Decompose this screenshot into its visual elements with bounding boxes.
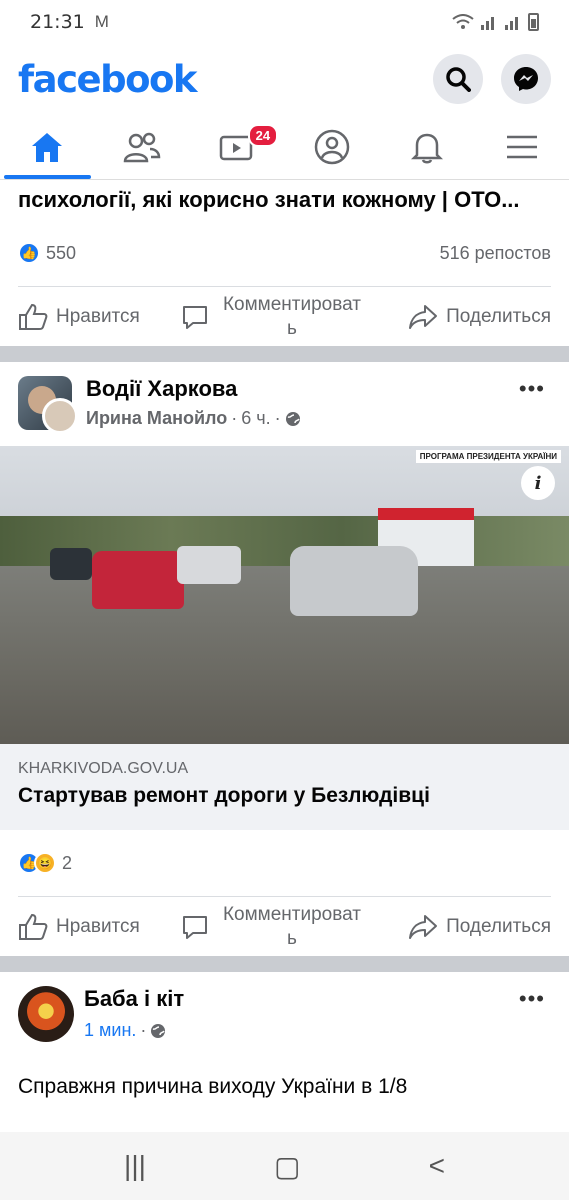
tab-friends[interactable] — [95, 114, 190, 179]
recent-apps-icon[interactable]: ||| — [124, 1150, 146, 1182]
more-options-icon[interactable]: ••• — [519, 986, 545, 1012]
bell-icon — [410, 133, 443, 163]
main-nav: 24 — [0, 114, 569, 180]
share-icon — [409, 304, 438, 329]
link-title: Стартував ремонт дороги у Безлюдівці — [18, 784, 430, 807]
thumbs-up-icon — [19, 303, 48, 330]
battery-icon — [528, 13, 539, 31]
news-feed: психології, які корисно знати кожному | … — [0, 180, 569, 1112]
post-header: Водії Харкова Ирина Манойло · 6 ч. · ••• — [0, 362, 569, 446]
reaction-bar[interactable]: 👍 550 516 репостов — [0, 220, 569, 286]
share-button[interactable]: Поделиться — [408, 914, 551, 940]
author-avatar — [42, 398, 78, 434]
search-icon — [446, 67, 471, 92]
home-icon — [32, 132, 63, 162]
post-actions: Нравится Комментироват ь Поделиться — [18, 896, 551, 956]
thumbs-up-icon — [19, 913, 48, 940]
page-name[interactable]: Водії Харкова — [86, 376, 301, 402]
page-name[interactable]: Баба і кіт — [84, 986, 184, 1012]
reaction-bar[interactable]: 👍 😆 2 — [0, 830, 569, 896]
post-separator — [0, 346, 569, 362]
facebook-logo[interactable]: facebook — [18, 58, 198, 101]
home-button-icon[interactable]: ▢ — [274, 1150, 300, 1183]
app-header: facebook — [0, 44, 569, 114]
comment-button[interactable]: Комментироват ь — [181, 293, 367, 341]
signal-icon — [481, 17, 494, 30]
globe-icon — [151, 1023, 166, 1038]
haha-reaction-icon: 😆 — [34, 852, 56, 874]
like-button[interactable]: Нравится — [18, 913, 140, 941]
gmail-icon: M — [94, 12, 109, 31]
share-label: Поделиться — [446, 305, 551, 327]
globe-icon — [285, 411, 300, 426]
like-label: Нравится — [56, 915, 140, 937]
comment-label: Комментироват — [222, 903, 361, 925]
comment-label-cont: ь — [287, 927, 297, 949]
group-avatar[interactable] — [18, 376, 78, 434]
friends-icon — [123, 132, 161, 162]
messenger-icon — [514, 67, 538, 91]
like-button[interactable]: Нравится — [18, 303, 140, 331]
hamburger-icon — [506, 135, 537, 158]
system-nav-bar: ||| ▢ < — [0, 1132, 569, 1200]
comment-label-cont: ь — [287, 317, 297, 339]
profile-icon — [314, 129, 350, 164]
watch-badge: 24 — [247, 124, 279, 147]
link-domain: KHARKIVODA.GOV.UA — [18, 760, 189, 777]
author-name[interactable]: Ирина Манойло — [86, 408, 227, 429]
post-time[interactable]: 6 ч. — [241, 408, 270, 429]
tab-watch[interactable]: 24 — [190, 114, 285, 179]
like-label: Нравится — [56, 305, 140, 327]
signal-icon — [505, 17, 518, 30]
search-button[interactable] — [433, 54, 483, 104]
link-preview[interactable]: KHARKIVODA.GOV.UA Стартував ремонт дорог… — [0, 744, 569, 830]
share-icon — [409, 914, 438, 939]
tab-menu[interactable] — [474, 114, 569, 179]
tab-notifications[interactable] — [379, 114, 474, 179]
post-header: Баба і кіт 1 мин. · ••• — [0, 972, 569, 1052]
reaction-count: 2 — [62, 852, 73, 873]
post-actions: Нравится Комментироват ь Поделиться — [18, 286, 551, 346]
tab-profile[interactable] — [284, 114, 379, 179]
status-icons — [452, 13, 539, 31]
status-time: 21:31 — [30, 11, 85, 33]
comment-label: Комментироват — [222, 293, 361, 315]
comment-icon — [182, 305, 207, 329]
post-text: Справжня причина виходу України в 1/8 — [18, 1075, 408, 1098]
share-button[interactable]: Поделиться — [408, 304, 551, 330]
post-link-title[interactable]: психології, які корисно знати кожному | … — [0, 180, 569, 220]
image-banner: ПРОГРАМА ПРЕЗИДЕНТА УКРАЇНИ — [415, 450, 561, 463]
messenger-button[interactable] — [501, 54, 551, 104]
post-separator — [0, 956, 569, 972]
post-image[interactable]: ПРОГРАМА ПРЕЗИДЕНТА УКРАЇНИ i — [0, 446, 569, 744]
share-count[interactable]: 516 репостов — [440, 243, 551, 264]
comment-button[interactable]: Комментироват ь — [181, 903, 367, 951]
page-avatar[interactable] — [18, 986, 74, 1042]
reaction-count: 550 — [46, 242, 77, 263]
like-reaction-icon: 👍 — [18, 242, 40, 264]
info-icon[interactable]: i — [521, 466, 555, 500]
status-bar: 21:31 M — [0, 0, 569, 44]
comment-icon — [182, 915, 207, 939]
share-label: Поделиться — [446, 915, 551, 937]
tab-home[interactable] — [0, 114, 95, 179]
more-options-icon[interactable]: ••• — [519, 376, 545, 402]
post-time[interactable]: 1 мин. — [84, 1020, 136, 1041]
wifi-icon — [452, 14, 474, 29]
back-icon[interactable]: < — [429, 1150, 445, 1182]
